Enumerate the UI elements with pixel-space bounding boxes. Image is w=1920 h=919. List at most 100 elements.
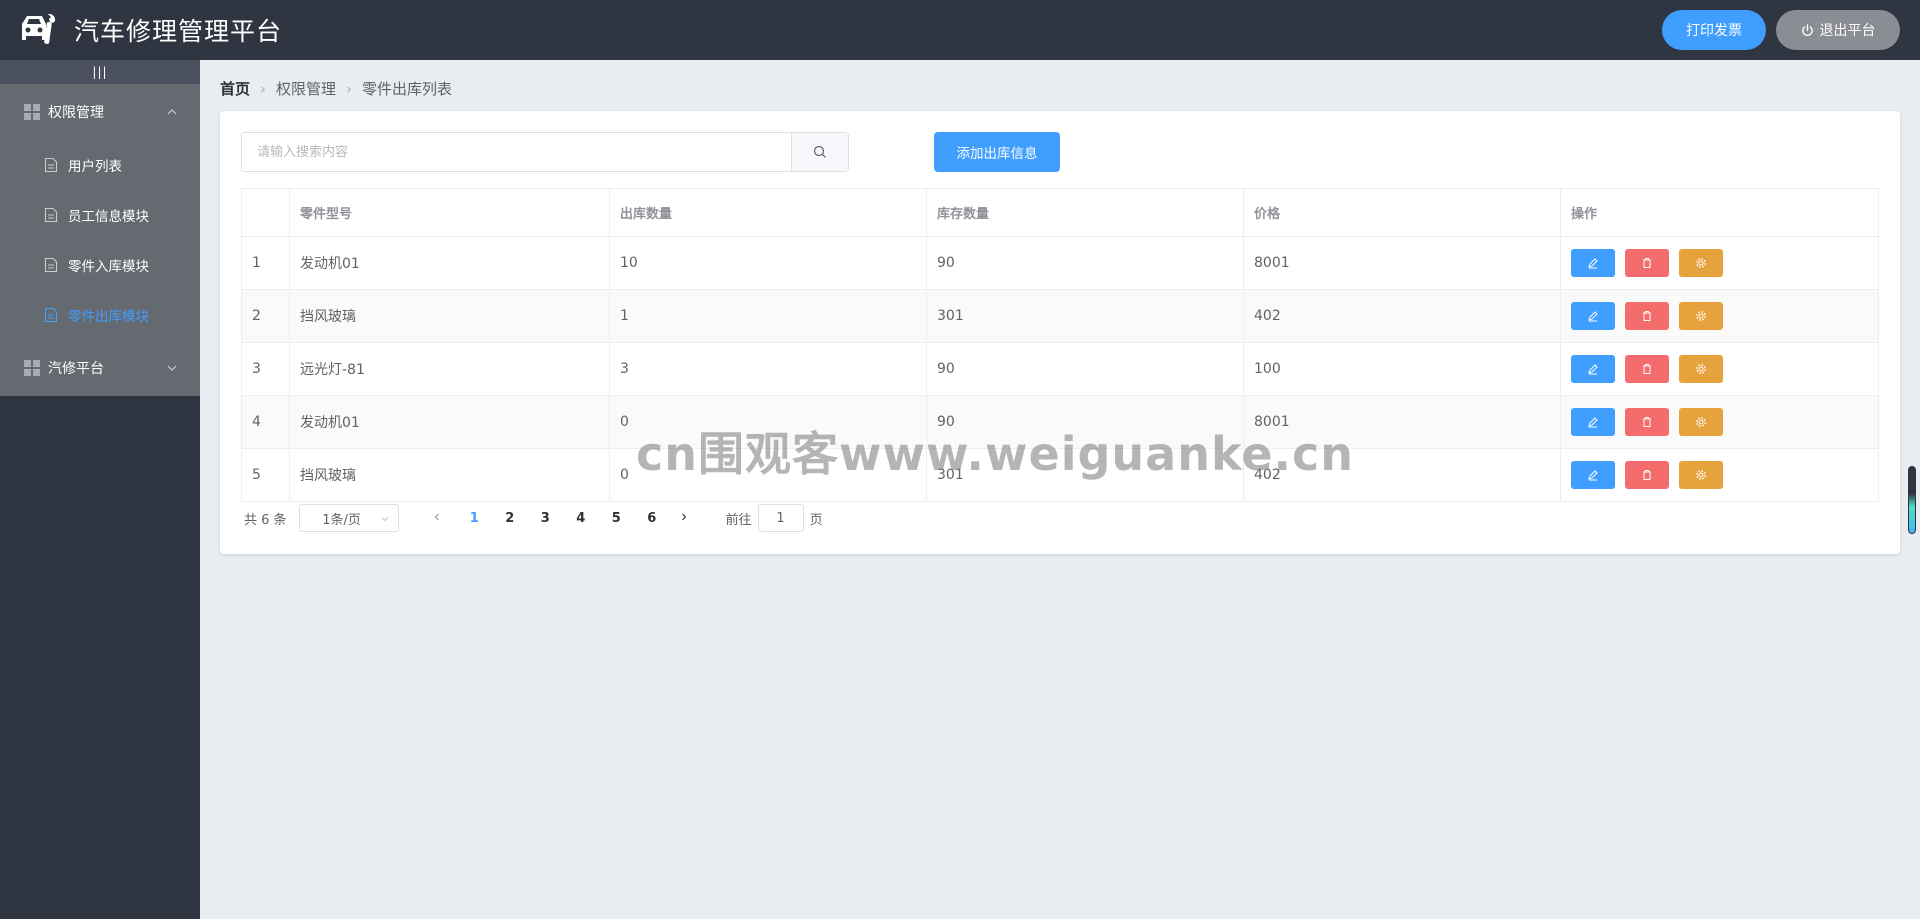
settings-button[interactable] bbox=[1679, 355, 1723, 383]
search-input[interactable] bbox=[242, 133, 791, 171]
page-number-4[interactable]: 4 bbox=[563, 511, 599, 526]
cell-stock-qty: 90 bbox=[926, 236, 1244, 290]
document-icon bbox=[44, 207, 58, 223]
delete-button[interactable] bbox=[1625, 461, 1669, 489]
edit-icon bbox=[1588, 258, 1598, 269]
cell-out-qty: 3 bbox=[609, 342, 927, 396]
sidebar-collapse-toggle[interactable]: ||| bbox=[0, 60, 200, 84]
add-outbound-button[interactable]: 添加出库信息 bbox=[934, 132, 1060, 172]
cell-stock-qty: 301 bbox=[926, 289, 1244, 343]
cell-model: 挡风玻璃 bbox=[289, 289, 610, 343]
sidebar-item-label: 用户列表 bbox=[68, 159, 122, 175]
table-row: 1 发动机01 10 90 8001 bbox=[241, 236, 1879, 290]
next-page-button[interactable] bbox=[672, 511, 696, 526]
sidebar-item-label: 零件入库模块 bbox=[68, 259, 149, 275]
delete-icon bbox=[1643, 364, 1651, 374]
collapse-icon: ||| bbox=[92, 65, 108, 79]
menu-group-label: 权限管理 bbox=[48, 105, 104, 121]
table-row: 3 远光灯-81 3 90 100 bbox=[241, 342, 1879, 396]
main-card: 添加出库信息 零件型号 出库数量 库存数量 价格 操作 1 发动机01 10 9… bbox=[220, 111, 1900, 554]
breadcrumb: 首页 › 权限管理 › 零件出库列表 bbox=[220, 78, 452, 99]
column-header-stock-qty: 库存数量 bbox=[926, 188, 1244, 237]
watermark: cn围观客www.weiguanke.cn bbox=[636, 427, 1355, 481]
column-header-out-qty: 出库数量 bbox=[609, 188, 927, 237]
cell-index: 3 bbox=[241, 342, 290, 396]
grid-icon bbox=[24, 104, 40, 120]
table-header-row: 零件型号 出库数量 库存数量 价格 操作 bbox=[241, 188, 1879, 237]
settings-button[interactable] bbox=[1679, 408, 1723, 436]
grid-icon bbox=[24, 360, 40, 376]
page-number-1[interactable]: 1 bbox=[457, 511, 493, 526]
top-header: 汽车修理管理平台 打印发票 退出平台 bbox=[0, 0, 1920, 60]
sidebar: ||| 权限管理 用户列表 员工信息模块 零件入库模块 零件出库模块 汽修平台 bbox=[0, 60, 200, 919]
page-number-5[interactable]: 5 bbox=[599, 511, 635, 526]
sidebar-item-parts-inbound[interactable]: 零件入库模块 bbox=[0, 240, 200, 290]
edit-icon bbox=[1588, 417, 1598, 428]
document-icon bbox=[44, 257, 58, 273]
delete-button[interactable] bbox=[1625, 355, 1669, 383]
goto-page-input[interactable] bbox=[757, 504, 804, 532]
chevron-up-icon bbox=[167, 109, 177, 115]
menu-group-permissions[interactable]: 权限管理 bbox=[0, 84, 200, 140]
chevron-down-icon bbox=[381, 517, 388, 522]
page-number-3[interactable]: 3 bbox=[528, 511, 564, 526]
app-title: 汽车修理管理平台 bbox=[74, 17, 283, 46]
chevron-right-icon: › bbox=[260, 79, 267, 98]
cell-model: 发动机01 bbox=[289, 236, 610, 290]
goto-prefix: 前往 bbox=[725, 512, 752, 528]
delete-button[interactable] bbox=[1625, 302, 1669, 330]
delete-button[interactable] bbox=[1625, 249, 1669, 277]
edit-button[interactable] bbox=[1571, 408, 1615, 436]
cell-model: 远光灯-81 bbox=[289, 342, 610, 396]
column-header-index bbox=[241, 188, 290, 237]
delete-icon bbox=[1643, 311, 1651, 321]
settings-button[interactable] bbox=[1679, 302, 1723, 330]
sidebar-item-user-list[interactable]: 用户列表 bbox=[0, 140, 200, 190]
chevron-right-icon bbox=[681, 513, 686, 520]
settings-icon bbox=[1696, 311, 1706, 321]
breadcrumb-permissions: 权限管理 bbox=[276, 80, 337, 98]
delete-icon bbox=[1643, 470, 1651, 480]
sidebar-item-parts-outbound[interactable]: 零件出库模块 bbox=[0, 290, 200, 340]
page-size-select[interactable]: 1条/页 bbox=[298, 504, 399, 532]
cell-index: 1 bbox=[241, 236, 290, 290]
chevron-down-icon bbox=[167, 365, 177, 371]
prev-page-button[interactable] bbox=[425, 511, 449, 526]
edit-button[interactable] bbox=[1571, 355, 1615, 383]
page-number-2[interactable]: 2 bbox=[492, 511, 528, 526]
edit-button[interactable] bbox=[1571, 249, 1615, 277]
cell-out-qty: 10 bbox=[609, 236, 927, 290]
cell-index: 2 bbox=[241, 289, 290, 343]
edit-icon bbox=[1588, 470, 1598, 481]
settings-icon bbox=[1696, 258, 1706, 268]
cell-stock-qty: 90 bbox=[926, 342, 1244, 396]
chevron-right-icon: › bbox=[346, 79, 353, 98]
edit-button[interactable] bbox=[1571, 461, 1615, 489]
edit-button[interactable] bbox=[1571, 302, 1615, 330]
breadcrumb-home[interactable]: 首页 bbox=[220, 78, 250, 99]
search-box bbox=[241, 132, 849, 172]
page-number-6[interactable]: 6 bbox=[634, 511, 670, 526]
logout-label: 退出平台 bbox=[1819, 23, 1876, 39]
cell-actions bbox=[1560, 342, 1879, 396]
cell-actions bbox=[1560, 395, 1879, 449]
print-invoice-button[interactable]: 打印发票 bbox=[1662, 10, 1766, 50]
delete-icon bbox=[1643, 258, 1651, 268]
cell-actions bbox=[1560, 448, 1879, 502]
sidebar-item-employee-info[interactable]: 员工信息模块 bbox=[0, 190, 200, 240]
delete-button[interactable] bbox=[1625, 408, 1669, 436]
cell-model: 发动机01 bbox=[289, 395, 610, 449]
logout-button[interactable]: 退出平台 bbox=[1776, 10, 1900, 50]
scroll-indicator[interactable] bbox=[1908, 466, 1916, 534]
menu-group-repair-platform[interactable]: 汽修平台 bbox=[0, 340, 200, 396]
car-wrench-icon bbox=[18, 10, 58, 50]
settings-button[interactable] bbox=[1679, 461, 1723, 489]
cell-model: 挡风玻璃 bbox=[289, 448, 610, 502]
settings-icon bbox=[1696, 417, 1706, 427]
document-icon bbox=[44, 157, 58, 173]
settings-button[interactable] bbox=[1679, 249, 1723, 277]
menu-group-label: 汽修平台 bbox=[48, 361, 104, 377]
cell-price: 100 bbox=[1243, 342, 1561, 396]
search-button[interactable] bbox=[791, 133, 848, 171]
page-jumper: 前往 页 bbox=[726, 504, 823, 532]
